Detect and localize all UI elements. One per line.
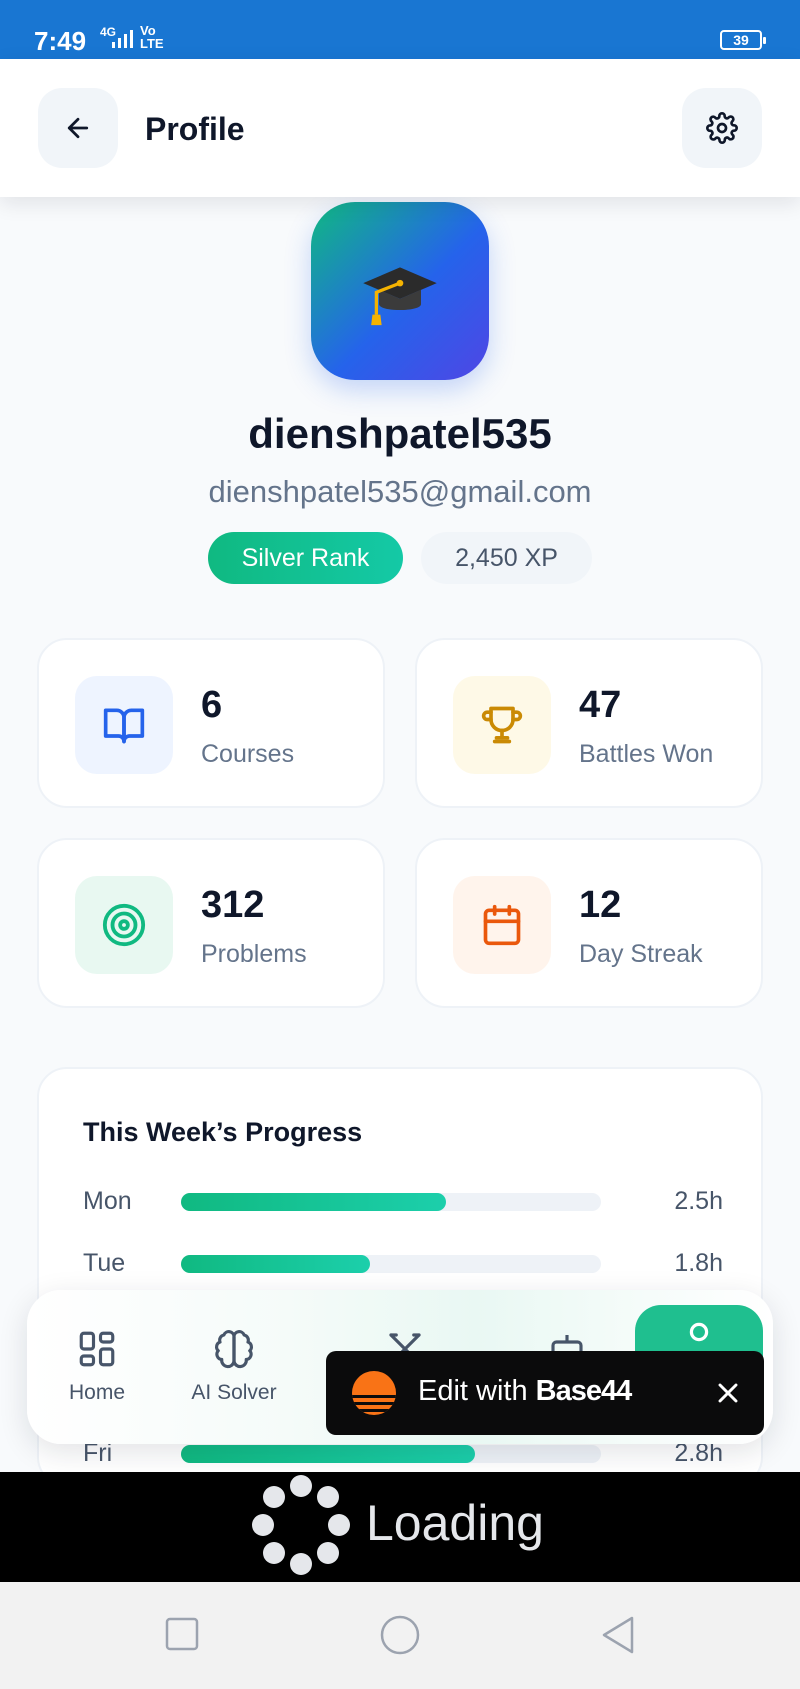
stat-icon-bg	[453, 676, 551, 774]
recents-icon[interactable]	[165, 1617, 199, 1651]
progress-title: This Week’s Progress	[83, 1117, 363, 1147]
banner-edit-label: Edit with	[418, 1375, 528, 1407]
profile-avatar[interactable]	[311, 202, 489, 380]
stat-value: 6	[201, 684, 223, 726]
target-icon	[102, 903, 146, 947]
back-triangle-icon[interactable]	[598, 1614, 638, 1656]
stat-icon-bg	[75, 876, 173, 974]
stat-label: Battles Won	[579, 740, 714, 768]
nav-item-home[interactable]: Home	[37, 1328, 157, 1405]
brain-icon	[215, 1330, 253, 1369]
stat-value: 12	[579, 884, 622, 926]
day-hours: 2.5h	[674, 1187, 723, 1215]
nav-item-ai-solver[interactable]: AI Solver	[174, 1328, 294, 1405]
gear-icon	[706, 112, 738, 144]
loading-text: Loading	[366, 1495, 544, 1551]
stat-icon-bg	[75, 676, 173, 774]
day-label: Mon	[83, 1187, 132, 1215]
close-icon[interactable]	[712, 1377, 744, 1409]
nav-label: AI Solver	[191, 1381, 277, 1404]
progress-track	[181, 1255, 601, 1273]
grid-icon	[79, 1331, 115, 1367]
stat-label: Courses	[201, 740, 295, 768]
progress-fill	[181, 1445, 475, 1463]
profile-email: dienshpatel535@gmail.com	[208, 474, 592, 509]
stat-label: Day Streak	[579, 940, 703, 968]
status-time: 7:49	[34, 26, 87, 56]
arrow-left-icon	[67, 117, 89, 139]
nav-label: Home	[68, 1381, 126, 1404]
banner-brand: Base44	[535, 1375, 633, 1407]
base44-logo-icon	[352, 1371, 396, 1415]
loading-spinner-icon	[252, 1475, 350, 1575]
day-label: Tue	[83, 1249, 126, 1277]
back-button[interactable]	[38, 88, 118, 168]
volte-indicator: Vo LTE	[140, 23, 164, 51]
progress-track	[181, 1445, 601, 1463]
stat-card-battles-won[interactable]: 47 Battles Won	[415, 638, 763, 808]
stat-value: 312	[201, 884, 265, 926]
stat-label: Problems	[201, 940, 307, 968]
stat-value: 47	[579, 684, 622, 726]
progress-fill	[181, 1255, 370, 1273]
settings-button[interactable]	[682, 88, 762, 168]
profile-icon	[689, 1322, 709, 1342]
stat-card-day-streak[interactable]: 12 Day Streak	[415, 838, 763, 1008]
stat-icon-bg	[453, 876, 551, 974]
progress-fill	[181, 1193, 446, 1211]
app-header: Profile	[0, 59, 800, 197]
loading-overlay: Loading	[0, 1472, 800, 1582]
battery-indicator: 39	[720, 30, 766, 50]
progress-row-mon: Mon 2.5h	[83, 1187, 723, 1217]
system-nav-bar	[0, 1582, 800, 1689]
profile-username: dienshpatel535	[248, 410, 552, 457]
page-title: Profile	[145, 111, 245, 147]
home-circle-icon[interactable]	[379, 1614, 421, 1656]
signal-bars-icon	[112, 30, 133, 48]
graduation-cap-icon	[363, 267, 437, 326]
progress-track	[181, 1193, 601, 1211]
day-hours: 1.8h	[674, 1249, 723, 1277]
stat-card-courses[interactable]: 6 Courses	[37, 638, 385, 808]
banner-text: Edit with Base44	[418, 1375, 633, 1408]
book-icon	[103, 708, 145, 744]
rank-badge: Silver Rank	[208, 532, 403, 584]
status-bar: 7:49 4G Vo LTE 39	[0, 0, 800, 59]
trophy-icon	[481, 706, 523, 744]
stat-card-problems[interactable]: 312 Problems	[37, 838, 385, 1008]
progress-row-tue: Tue 1.8h	[83, 1249, 723, 1279]
xp-badge: 2,450 XP	[421, 532, 592, 584]
calendar-icon	[483, 904, 521, 946]
edit-with-base44-banner[interactable]: Edit with Base44	[326, 1351, 764, 1435]
